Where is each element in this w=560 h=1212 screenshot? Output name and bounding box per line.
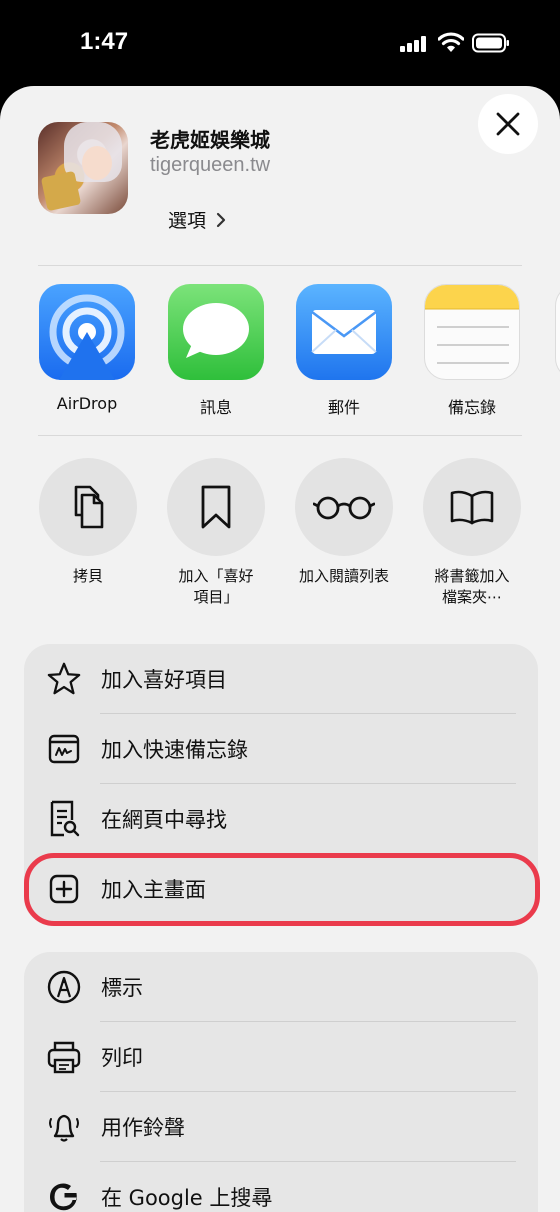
book-icon xyxy=(450,490,494,525)
menu-item-label: 加入主畫面 xyxy=(101,878,206,902)
menu-item-label: 列印 xyxy=(101,1046,143,1070)
star-icon xyxy=(46,661,82,697)
close-button[interactable] xyxy=(478,94,538,154)
share-target-mail[interactable]: 郵件 xyxy=(289,284,399,418)
copy-icon xyxy=(74,485,104,529)
quick-note-icon xyxy=(46,731,82,767)
add-reading-list-label: 加入閱讀列表 xyxy=(298,567,389,585)
options-label: 選項 xyxy=(168,210,207,232)
copy-button[interactable]: 拷貝 xyxy=(24,458,152,587)
menu-item-search-google[interactable]: 在 Google 上搜尋 xyxy=(24,1162,538,1212)
share-target-label: 郵件 xyxy=(327,398,360,417)
close-icon xyxy=(496,112,520,136)
menu-group-secondary: 標示 列印 用作鈴聲 在 Google 上搜尋 xyxy=(24,952,538,1212)
app-icon xyxy=(555,284,560,380)
share-target-label: 備忘錄 xyxy=(447,398,496,417)
google-icon xyxy=(46,1179,82,1212)
menu-group-primary: 加入喜好項目 加入快速備忘錄 在網頁中尋找 加入主畫面 xyxy=(24,644,538,924)
cellular-signal-icon xyxy=(400,36,430,52)
bookmark-to-folder-label: 將書籤加入 檔案夾⋯ xyxy=(434,567,510,606)
menu-item-label: 在網頁中尋找 xyxy=(101,808,227,832)
share-target-label: AirDrop xyxy=(56,394,118,413)
share-target-airdrop[interactable]: AirDrop xyxy=(32,284,142,413)
add-reading-list-button[interactable]: 加入閱讀列表 xyxy=(280,458,408,587)
menu-item-label: 標示 xyxy=(101,976,143,1000)
menu-item-label: 用作鈴聲 xyxy=(101,1116,185,1140)
status-time: 1:47 xyxy=(80,28,129,55)
markup-icon xyxy=(46,969,82,1005)
quick-actions-row: 拷貝 加入「喜好 項目」 加入閱讀列表 將書籤加入 檔案夾⋯ xyxy=(0,458,560,618)
notes-icon xyxy=(424,284,520,380)
printer-icon xyxy=(46,1039,82,1075)
wifi-icon xyxy=(438,32,464,52)
divider xyxy=(38,435,522,436)
share-target-label: 訊息 xyxy=(199,398,232,417)
glasses-icon xyxy=(313,496,375,520)
site-url: tigerqueen.tw xyxy=(150,154,271,176)
find-on-page-icon xyxy=(46,800,82,837)
bookmark-to-folder-button[interactable]: 將書籤加入 檔案夾⋯ xyxy=(408,458,536,608)
menu-item-markup[interactable]: 標示 xyxy=(24,952,538,1022)
share-targets-row: AirDrop 訊息 郵件 備忘錄 xyxy=(0,284,560,417)
site-app-icon xyxy=(38,122,128,214)
copy-label: 拷貝 xyxy=(72,567,103,585)
status-bar: 1:47 xyxy=(0,0,560,86)
chevron-right-icon xyxy=(216,212,226,227)
menu-item-find-on-page[interactable]: 在網頁中尋找 xyxy=(24,784,538,854)
add-square-icon xyxy=(46,871,82,907)
divider xyxy=(38,265,522,266)
bookmark-icon xyxy=(201,485,231,529)
share-target-notes[interactable]: 備忘錄 xyxy=(417,284,527,418)
add-favorites-button[interactable]: 加入「喜好 項目」 xyxy=(152,458,280,608)
bell-icon xyxy=(46,1109,82,1145)
menu-item-add-favorite[interactable]: 加入喜好項目 xyxy=(24,644,538,714)
options-button[interactable]: 選項 xyxy=(168,206,226,233)
share-target-messages[interactable]: 訊息 xyxy=(161,284,271,418)
add-favorites-label: 加入「喜好 項目」 xyxy=(178,567,254,606)
share-sheet: 老虎姬娛樂城 tigerqueen.tw 選項 AirDrop 訊息 郵件 備忘… xyxy=(0,86,560,1212)
menu-item-label: 加入快速備忘錄 xyxy=(101,738,248,762)
site-title: 老虎姬娛樂城 xyxy=(150,128,270,152)
mail-icon xyxy=(296,284,392,380)
menu-item-add-to-home-screen[interactable]: 加入主畫面 xyxy=(24,854,538,924)
airdrop-icon xyxy=(39,284,135,380)
share-target-more[interactable] xyxy=(548,284,560,380)
menu-item-use-as-ringtone[interactable]: 用作鈴聲 xyxy=(24,1092,538,1162)
menu-item-print[interactable]: 列印 xyxy=(24,1022,538,1092)
menu-item-label: 加入喜好項目 xyxy=(101,668,227,692)
menu-item-add-quick-note[interactable]: 加入快速備忘錄 xyxy=(24,714,538,784)
battery-icon xyxy=(472,33,509,53)
messages-icon xyxy=(168,284,264,380)
menu-item-label: 在 Google 上搜尋 xyxy=(101,1186,273,1210)
